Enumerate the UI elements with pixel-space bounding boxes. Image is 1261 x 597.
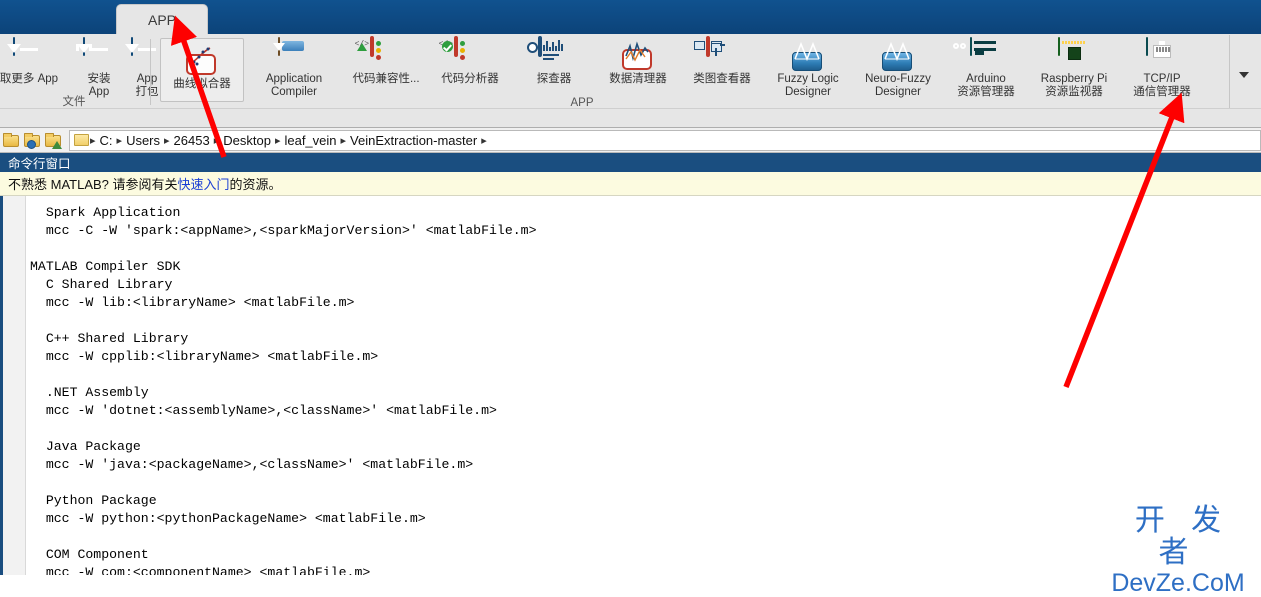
open-folder-icon[interactable] — [23, 131, 42, 150]
breadcrumb-item-26453[interactable]: 26453 — [171, 133, 213, 148]
neuro-fuzzy-designer-button[interactable]: Neuro-Fuzzy Designer — [852, 38, 944, 99]
command-window-output: Spark Application mcc -C -W 'spark:<appN… — [30, 205, 537, 575]
ribbon: 取更多 App 安装 App App 打包 文件 曲线拟合器 Applicati… — [0, 34, 1261, 128]
fuzzy-logic-designer-button[interactable]: Fuzzy Logic Designer — [764, 38, 852, 99]
watermark-en: DevZe.CoM — [1111, 569, 1245, 597]
breadcrumb-item-c[interactable]: C: — [97, 133, 116, 148]
data-cleaner-icon — [622, 38, 654, 70]
go-up-folder-icon[interactable] — [44, 131, 63, 150]
notice-suffix: 的资源。 — [229, 177, 282, 192]
tcpip-manager-label: TCP/IP 通信管理器 — [1133, 73, 1191, 98]
ribbon-group-file-label: 文件 — [62, 96, 86, 108]
code-analyzer-icon: </> — [439, 36, 486, 70]
command-window-title: 命令行窗口 — [0, 153, 1261, 172]
fuzzy-logic-icon — [792, 38, 824, 71]
command-window-title-label: 命令行窗口 — [8, 157, 71, 171]
tab-app-label: APP — [147, 12, 176, 28]
get-more-apps-button[interactable]: 取更多 App — [0, 37, 66, 86]
curve-fitter-label: 曲线拟合器 — [173, 78, 231, 90]
neuro-fuzzy-designer-label: Neuro-Fuzzy Designer — [865, 73, 931, 98]
ribbon-group-divider — [150, 39, 151, 105]
class-diagram-viewer-label: 类图查看器 — [693, 73, 751, 85]
raspberry-pi-icon — [1058, 37, 1090, 70]
getting-started-notice: 不熟悉 MATLAB? 请参阅有关 快速入门 的资源。 — [0, 172, 1261, 196]
command-window-accent-bar — [0, 196, 3, 575]
breadcrumb-separator: ▸ — [481, 134, 487, 147]
chevron-down-icon[interactable] — [1235, 66, 1253, 82]
breadcrumb-separator: ▸ — [213, 134, 220, 147]
command-window-gutter — [0, 196, 26, 575]
arduino-explorer-label: Arduino 资源管理器 — [957, 73, 1015, 98]
breadcrumb-item-users[interactable]: Users — [123, 133, 163, 148]
raspberry-pi-monitor-label: Raspberry Pi 资源监视器 — [1040, 73, 1108, 98]
ribbon-footer — [0, 108, 1261, 127]
breadcrumb-separator: ▸ — [164, 134, 170, 147]
watermark: 开 发 者 DevZe.CoM — [1098, 505, 1258, 597]
notice-prefix: 不熟悉 MATLAB? 请参阅有关 — [8, 177, 178, 192]
application-compiler-icon — [273, 37, 310, 70]
breadcrumb-separator: ▸ — [340, 134, 347, 147]
browse-folder-icon[interactable] — [2, 131, 21, 150]
curve-fitter-icon — [186, 43, 218, 75]
get-more-apps-label: 取更多 App — [0, 73, 59, 85]
code-compatibility-label: 代码兼容性... — [352, 73, 420, 85]
command-window-body[interactable]: Spark Application mcc -C -W 'spark:<appN… — [0, 196, 1261, 575]
getting-started-link[interactable]: 快速入门 — [178, 174, 230, 193]
application-compiler-button[interactable]: Application Compiler — [248, 37, 340, 99]
ribbon-tab-strip: 绘图 APP — [0, 0, 1261, 35]
neuro-fuzzy-icon — [882, 38, 914, 71]
download-app-icon — [13, 37, 45, 70]
breadcrumb-separator: ▸ — [116, 134, 123, 147]
path-breadcrumb-field[interactable]: ▸ C: ▸ Users ▸ 26453 ▸ Desktop ▸ leaf_ve… — [69, 129, 1261, 151]
code-compatibility-button[interactable]: </> 代码兼容性... — [344, 36, 428, 86]
profiler-label: 探查器 — [536, 73, 572, 85]
application-compiler-label: Application Compiler — [265, 73, 323, 98]
ribbon-group-app: 曲线拟合器 Application Compiler </> 代码兼容性... … — [152, 34, 1191, 110]
data-cleaner-label: 数据清理器 — [609, 73, 667, 85]
breadcrumb-item-desktop[interactable]: Desktop — [220, 133, 274, 148]
tab-app[interactable]: APP — [116, 4, 208, 35]
watermark-cn: 开 发 者 — [1134, 504, 1231, 569]
profiler-icon — [527, 36, 570, 70]
breadcrumb-item-veinextraction-master[interactable]: VeinExtraction-master — [347, 133, 480, 148]
fuzzy-logic-designer-label: Fuzzy Logic Designer — [777, 73, 839, 98]
code-analyzer-button[interactable]: </> 代码分析器 — [428, 36, 512, 86]
arduino-icon — [953, 37, 1002, 70]
tcpip-icon — [1146, 37, 1178, 70]
address-bar: ▸ C: ▸ Users ▸ 26453 ▸ Desktop ▸ leaf_ve… — [0, 128, 1261, 153]
arduino-explorer-button[interactable]: Arduino 资源管理器 — [944, 37, 1028, 99]
breadcrumb-separator: ▸ — [90, 134, 96, 147]
class-diagram-viewer-button[interactable]: 类图查看器 — [680, 36, 764, 86]
tcpip-manager-button[interactable]: TCP/IP 通信管理器 — [1120, 37, 1204, 99]
breadcrumb-item-leaf-vein[interactable]: leaf_vein — [281, 133, 339, 148]
profiler-button[interactable]: 探查器 — [512, 36, 596, 86]
breadcrumb-separator: ▸ — [274, 134, 281, 147]
ribbon-right-divider — [1229, 35, 1230, 109]
data-cleaner-button[interactable]: 数据清理器 — [596, 38, 680, 86]
class-diagram-icon — [694, 36, 738, 70]
code-analyzer-label: 代码分析器 — [441, 73, 499, 85]
folder-icon — [74, 134, 89, 146]
curve-fitter-button[interactable]: 曲线拟合器 — [160, 38, 244, 102]
code-compatibility-icon: </> — [355, 36, 402, 70]
ribbon-group-file: 取更多 App 安装 App App 打包 文件 — [0, 34, 159, 110]
raspberry-pi-monitor-button[interactable]: Raspberry Pi 资源监视器 — [1028, 37, 1120, 99]
